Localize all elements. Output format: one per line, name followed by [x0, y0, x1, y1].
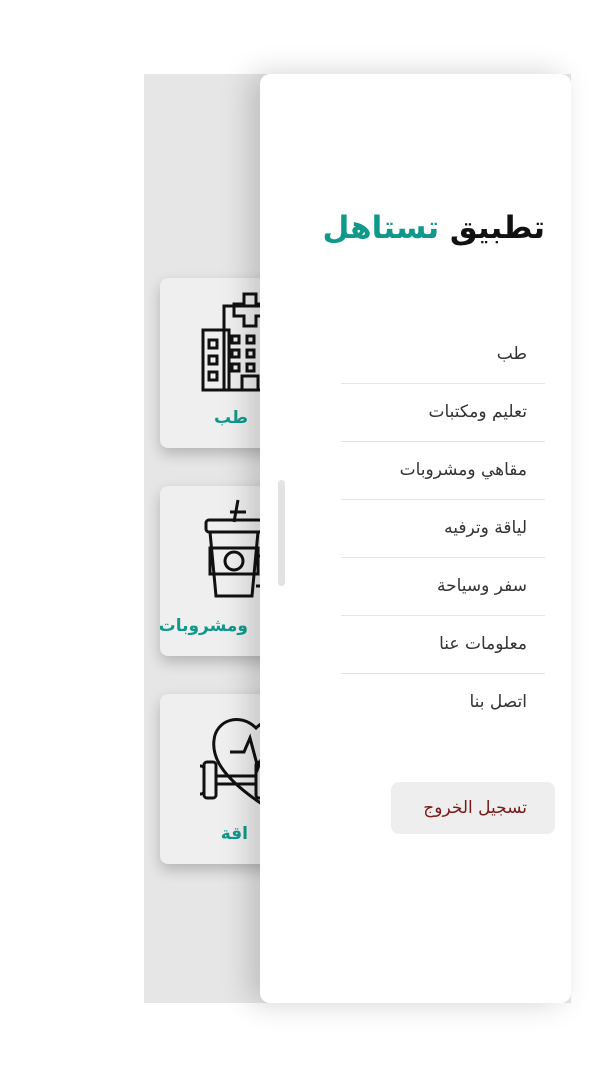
- category-card-label: اقة: [220, 824, 248, 844]
- menu-item-education[interactable]: تعليم ومكتبات: [341, 384, 545, 442]
- app-title-name: تستاهل: [322, 210, 440, 246]
- menu-item-travel[interactable]: سفر وسياحة: [341, 558, 545, 616]
- menu-item-cafes[interactable]: مقاهي ومشروبات: [341, 442, 545, 500]
- drawer-scroll-handle[interactable]: [278, 480, 285, 586]
- screen: طب ومشروبات اقة تطبيق تستاهل طب تعليم وم…: [0, 0, 589, 1077]
- category-card-label: ومشروبات: [160, 616, 248, 636]
- logout-button[interactable]: تسجيل الخروج: [391, 782, 555, 834]
- app-title: تطبيق تستاهل: [322, 210, 545, 246]
- menu-item-medicine[interactable]: طب: [341, 326, 545, 384]
- menu-item-about[interactable]: معلومات عنا: [341, 616, 545, 674]
- drawer-menu: طب تعليم ومكتبات مقاهي ومشروبات لياقة وت…: [341, 326, 545, 732]
- menu-item-contact[interactable]: اتصل بنا: [341, 674, 545, 732]
- category-card-label: طب: [213, 408, 248, 428]
- menu-item-fitness[interactable]: لياقة وترفيه: [341, 500, 545, 558]
- app-title-prefix: تطبيق: [449, 210, 545, 246]
